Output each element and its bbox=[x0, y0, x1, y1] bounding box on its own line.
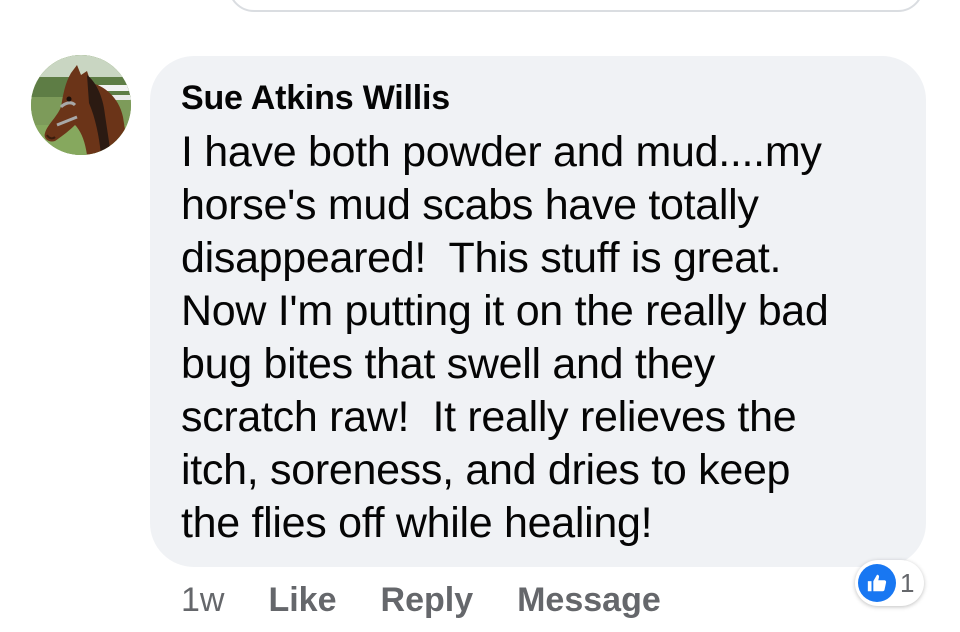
comment-text-line: scratch raw! It really relieves the bbox=[181, 393, 797, 441]
like-button[interactable]: Like bbox=[268, 581, 336, 620]
comment-actions: 1w Like Reply Message bbox=[181, 578, 705, 622]
comment-text-line: I have both powder and mud....my bbox=[181, 128, 822, 176]
horse-avatar-image bbox=[31, 55, 131, 155]
comment-text-line: bug bites that swell and they bbox=[181, 340, 715, 388]
comment-bubble: Sue Atkins Willis I have both powder and… bbox=[150, 56, 926, 567]
reply-button[interactable]: Reply bbox=[381, 581, 474, 620]
thumbs-up-icon bbox=[858, 564, 896, 602]
comment-text: I have both powder and mud....my horse's… bbox=[181, 126, 902, 550]
comment-thread: Sue Atkins Willis I have both powder and… bbox=[0, 0, 960, 632]
comment-author[interactable]: Sue Atkins Willis bbox=[181, 76, 902, 120]
comment-text-line: itch, soreness, and dries to keep bbox=[181, 446, 791, 494]
comment-text-line: Now I'm putting it on the really bad bbox=[181, 287, 829, 335]
previous-comment-bubble bbox=[228, 0, 924, 12]
comment-text-line: horse's mud scabs have totally bbox=[181, 181, 759, 229]
comment-text-line: disappeared! This stuff is great. bbox=[181, 234, 782, 282]
avatar[interactable] bbox=[31, 55, 131, 155]
reaction-summary[interactable]: 1 bbox=[855, 560, 925, 606]
comment-timestamp[interactable]: 1w bbox=[181, 581, 224, 620]
message-button[interactable]: Message bbox=[517, 581, 661, 620]
reaction-count: 1 bbox=[900, 567, 915, 598]
comment-text-line: the flies off while healing! bbox=[181, 499, 653, 547]
